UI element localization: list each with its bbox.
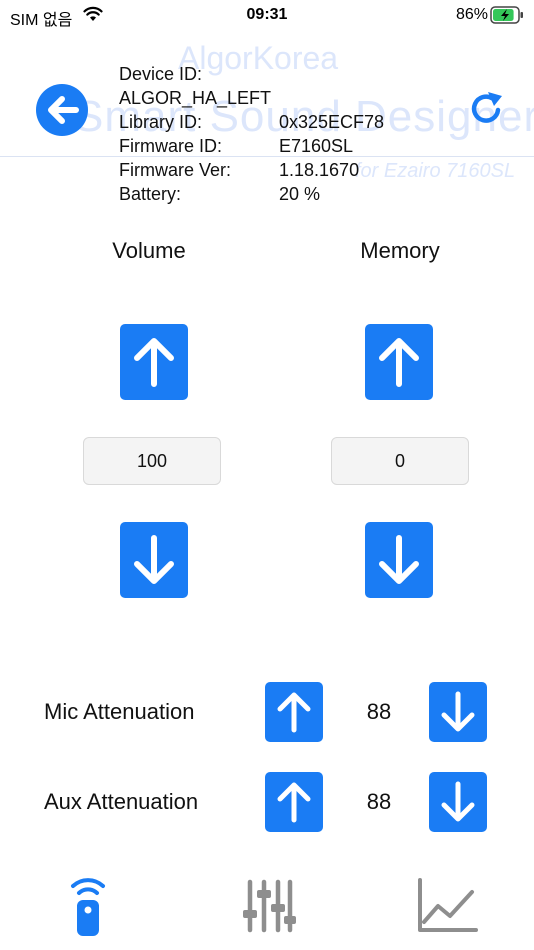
tab-equalizer[interactable] (238, 874, 298, 936)
aux-attenuation-down-button[interactable] (429, 772, 487, 832)
aux-attenuation-label: Aux Attenuation (44, 789, 199, 814)
memory-up-button[interactable] (365, 324, 433, 400)
sliders-icon (243, 879, 296, 933)
battery-charging-icon (490, 6, 523, 24)
arrow-down-icon (441, 781, 475, 822)
firmware-id-label: Firmware ID: (119, 136, 222, 156)
firmware-ver-label: Firmware Ver: (119, 160, 232, 180)
mic-attenuation-value: 88 (366, 699, 392, 724)
volume-up-button[interactable] (120, 324, 188, 400)
arrow-up-icon (379, 338, 419, 387)
volume-down-button[interactable] (120, 522, 188, 598)
volume-value-field[interactable]: 100 (83, 437, 221, 485)
battery-value: 20 % (279, 184, 321, 204)
back-button[interactable] (36, 84, 88, 136)
line-chart-icon (418, 878, 478, 932)
arrow-left-icon (48, 96, 79, 124)
library-id-label: Library ID: (119, 112, 203, 132)
arrow-down-icon (134, 535, 174, 584)
tab-remote[interactable] (58, 870, 118, 940)
arrow-up-icon (277, 692, 311, 733)
library-id-value: 0x325ECF78 (279, 112, 385, 132)
mic-attenuation-down-button[interactable] (429, 682, 487, 742)
mic-attenuation-up-button[interactable] (265, 682, 323, 742)
arrow-down-icon (379, 535, 419, 584)
memory-down-button[interactable] (365, 522, 433, 598)
firmware-ver-value: 1.18.1670 (279, 160, 360, 180)
arrow-up-icon (134, 338, 174, 387)
battery-percentage: 86% (455, 6, 488, 23)
aux-attenuation-value: 88 (366, 789, 392, 814)
device-id-value: ALGOR_HA_LEFT (119, 88, 272, 108)
aux-attenuation-up-button[interactable] (265, 772, 323, 832)
watermark-divider (0, 156, 534, 157)
mic-attenuation-label: Mic Attenuation (44, 699, 195, 724)
battery-label: Battery: (119, 184, 182, 204)
memory-value-field[interactable]: 0 (331, 437, 469, 485)
volume-title: Volume (112, 238, 186, 263)
arrow-up-icon (277, 782, 311, 823)
tab-chart[interactable] (414, 874, 480, 936)
refresh-icon (471, 92, 502, 123)
firmware-id-value: E7160SL (279, 136, 354, 156)
memory-title: Memory (360, 238, 440, 263)
status-time: 09:31 (246, 6, 288, 23)
device-id-label: Device ID: (119, 64, 203, 84)
arrow-down-icon (441, 691, 475, 732)
remote-control-icon (71, 878, 105, 936)
refresh-button[interactable] (466, 88, 506, 128)
watermark-subtitle: for Ezairo 7160SL (355, 160, 516, 182)
